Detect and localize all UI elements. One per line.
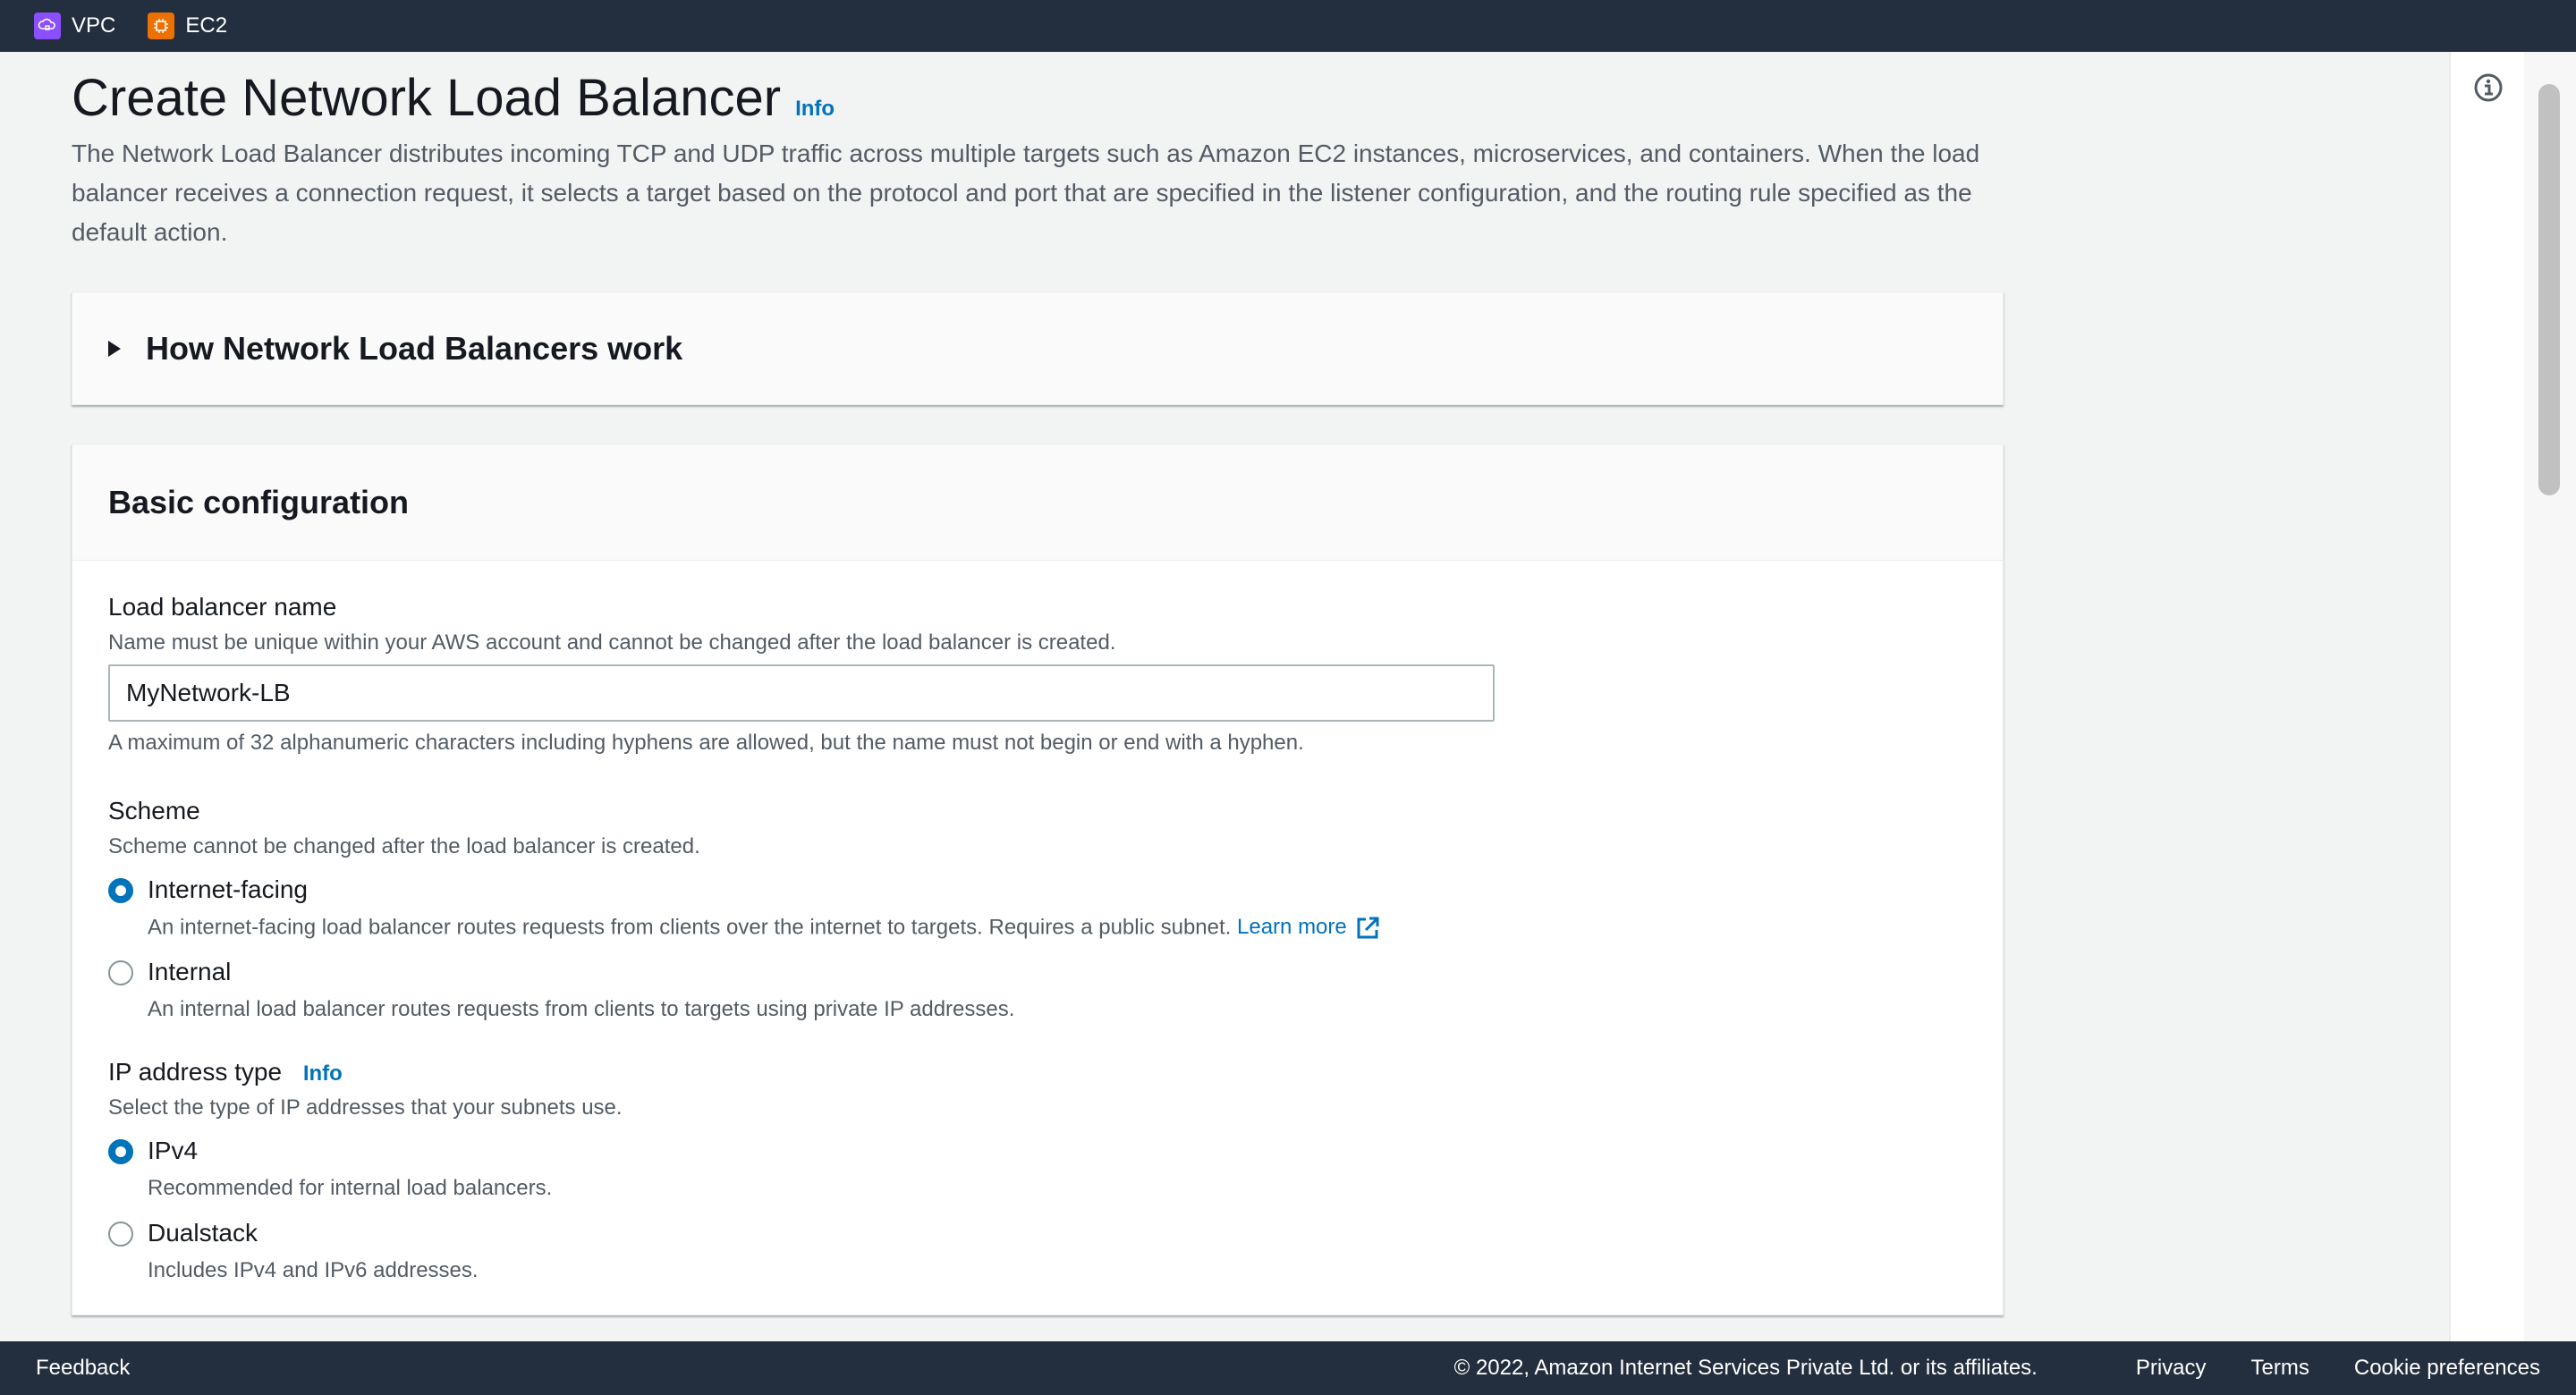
learn-more-link-text: Learn more xyxy=(1237,915,1347,940)
terms-link[interactable]: Terms xyxy=(2251,1356,2309,1381)
radio-internal-label[interactable]: Internal xyxy=(148,958,231,986)
ip-type-label: IP address type xyxy=(108,1058,283,1086)
top-navigation-bar: VPC EC2 xyxy=(0,0,2576,52)
footer: Feedback © 2022, Amazon Internet Service… xyxy=(0,1341,2576,1395)
radio-ipv4[interactable] xyxy=(108,1139,133,1164)
lb-name-input[interactable] xyxy=(108,664,1495,722)
lb-name-description: Name must be unique within your AWS acco… xyxy=(108,630,1116,655)
caret-right-icon xyxy=(108,340,121,357)
ip-type-info-link[interactable]: Info xyxy=(303,1061,343,1086)
favorite-vpc-label: VPC xyxy=(72,13,116,38)
learn-more-link[interactable]: Learn more xyxy=(1237,915,1381,939)
page-title: Create Network Load Balancer xyxy=(72,69,782,127)
radio-dualstack-description: Includes IPv4 and IPv6 addresses. xyxy=(148,1258,479,1282)
vpc-icon xyxy=(34,13,61,39)
tools-panel-rail xyxy=(2449,52,2524,1341)
page-header: Create Network Load Balancer Info xyxy=(72,68,835,128)
favorite-ec2[interactable]: EC2 xyxy=(148,13,227,39)
how-it-works-title: How Network Load Balancers work xyxy=(146,329,683,367)
radio-internet-facing[interactable] xyxy=(108,878,133,903)
scheme-description: Scheme cannot be changed after the load … xyxy=(108,834,700,858)
lb-name-constraint: A maximum of 32 alphanumeric characters … xyxy=(108,731,1304,755)
ec2-icon xyxy=(148,13,175,39)
info-icon[interactable] xyxy=(2472,72,2504,104)
internet-facing-description-text: An internet-facing load balancer routes … xyxy=(148,915,1232,940)
radio-ipv4-label[interactable]: IPv4 xyxy=(148,1137,198,1165)
footer-right: © 2022, Amazon Internet Services Private… xyxy=(1454,1356,2540,1381)
external-link-icon xyxy=(1357,917,1379,939)
basic-configuration-title: Basic configuration xyxy=(108,483,410,520)
radio-ipv4-description: Recommended for internal load balancers. xyxy=(148,1176,553,1200)
main-content: Create Network Load Balancer Info The Ne… xyxy=(0,52,2449,1341)
favorite-vpc[interactable]: VPC xyxy=(34,13,115,39)
lb-name-label: Load balancer name xyxy=(108,593,337,621)
ip-type-description: Select the type of IP addresses that you… xyxy=(108,1095,623,1120)
basic-configuration-panel: Basic configuration Load balancer name N… xyxy=(72,444,2004,1315)
page-info-link[interactable]: Info xyxy=(795,97,835,122)
ip-type-label-row: IP address type Info xyxy=(108,1058,343,1086)
scheme-label: Scheme xyxy=(108,797,200,824)
radio-internet-facing-label[interactable]: Internet-facing xyxy=(148,875,308,904)
radio-internal-description: An internal load balancer routes request… xyxy=(148,997,1015,1021)
feedback-link[interactable]: Feedback xyxy=(36,1356,130,1381)
privacy-link[interactable]: Privacy xyxy=(2136,1356,2207,1381)
scrollbar-thumb[interactable] xyxy=(2538,84,2560,495)
page-description: The Network Load Balancer distributes in… xyxy=(72,140,1980,246)
basic-configuration-header: Basic configuration xyxy=(72,444,2003,561)
copyright-text: © 2022, Amazon Internet Services Private… xyxy=(1453,1356,2038,1380)
vertical-scrollbar[interactable] xyxy=(2524,52,2576,1341)
radio-internet-facing-description: An internet-facing load balancer routes … xyxy=(148,915,1381,942)
favorite-ec2-label: EC2 xyxy=(185,13,228,38)
radio-dualstack-label[interactable]: Dualstack xyxy=(148,1219,258,1247)
radio-internal[interactable] xyxy=(108,960,133,985)
cookie-preferences-link[interactable]: Cookie preferences xyxy=(2354,1356,2540,1381)
how-it-works-expander[interactable]: How Network Load Balancers work xyxy=(72,292,2004,405)
radio-dualstack[interactable] xyxy=(108,1222,133,1247)
